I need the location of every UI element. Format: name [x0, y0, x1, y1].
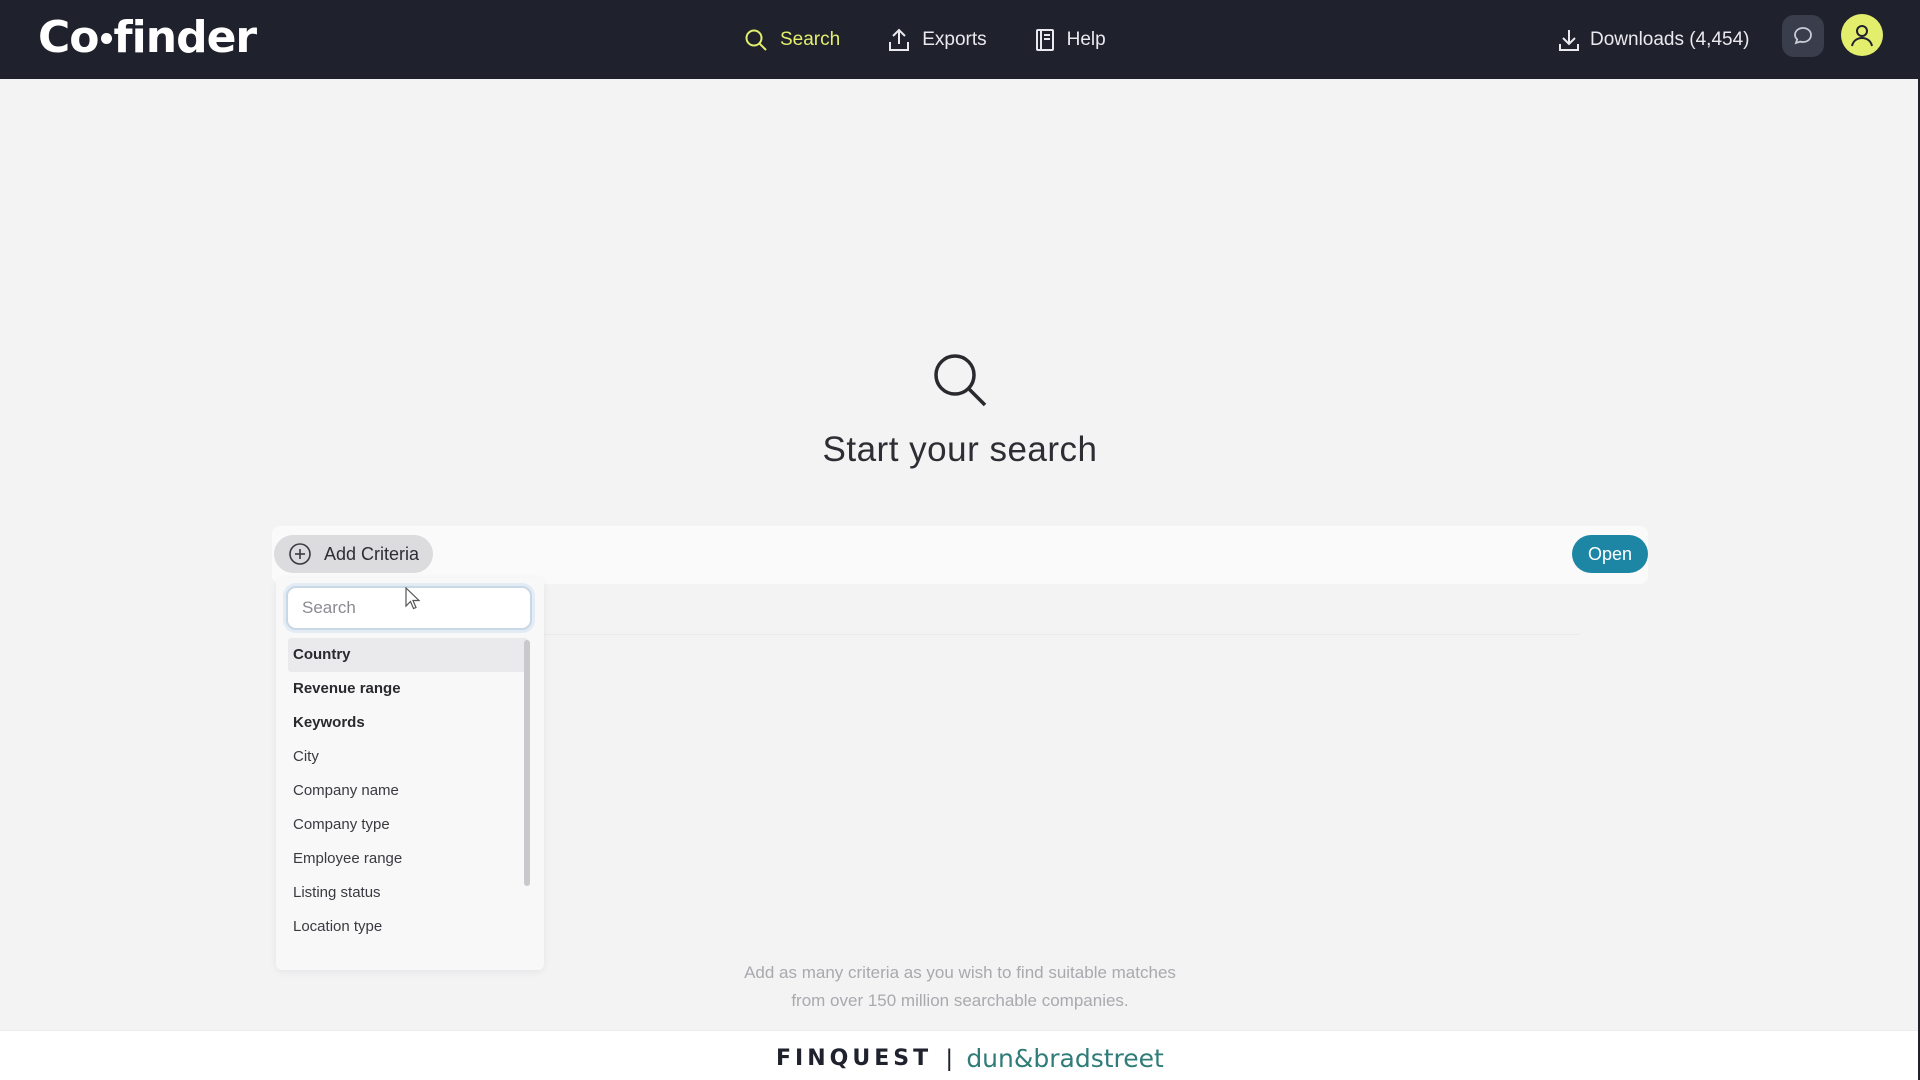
user-avatar[interactable] — [1841, 14, 1883, 56]
downloads-label: Downloads (4,454) — [1590, 28, 1750, 50]
page-title: Start your search — [822, 430, 1098, 469]
chat-bubble-icon — [1794, 27, 1812, 45]
divider — [540, 634, 1580, 635]
criteria-list: Country Revenue range Keywords City Comp… — [288, 638, 528, 944]
downloads-link[interactable]: Downloads (4,454) — [1558, 0, 1749, 79]
search-icon — [745, 29, 767, 51]
search-hint-line-2: from over 150 million searchable compani… — [791, 991, 1129, 1010]
criteria-option-keywords[interactable]: Keywords — [288, 706, 528, 740]
top-bar: Co finder Search Exports Help Downloads (… — [0, 0, 1920, 79]
mouse-cursor-icon — [405, 587, 421, 610]
criteria-dropdown: Country Revenue range Keywords City Comp… — [276, 578, 544, 970]
dropdown-scrollbar-thumb[interactable] — [524, 640, 530, 886]
main-nav: Search Exports Help — [744, 0, 1154, 79]
criteria-option-country[interactable]: Country — [288, 638, 528, 672]
criteria-option-location-type[interactable]: Location type — [288, 910, 528, 944]
search-icon — [934, 354, 987, 407]
nav-search-label: Search — [780, 28, 841, 50]
dun-bradstreet-logo: dun&bradstreet — [966, 1044, 1164, 1073]
user-icon — [1851, 25, 1873, 47]
nav-help-label: Help — [1066, 28, 1106, 50]
plus-circle-icon — [289, 543, 311, 565]
add-criteria-button[interactable]: Add Criteria — [274, 535, 434, 573]
add-criteria-label: Add Criteria — [324, 543, 420, 564]
footer-brand: FINQUEST | dun&bradstreet — [776, 1044, 1164, 1073]
upload-icon — [889, 28, 910, 51]
logo-text-finder: finder — [113, 12, 258, 63]
criteria-option-city[interactable]: City — [288, 740, 528, 774]
chat-button[interactable] — [1782, 15, 1824, 57]
search-hint: Add as many criteria as you wish to find… — [0, 959, 1920, 1015]
download-icon — [1559, 29, 1579, 51]
criteria-option-company-name[interactable]: Company name — [288, 774, 528, 808]
criteria-option-company-type[interactable]: Company type — [288, 808, 528, 842]
nav-exports[interactable]: Exports — [888, 28, 987, 52]
nav-exports-label: Exports — [922, 28, 987, 50]
brand-separator: | — [946, 1044, 953, 1072]
criteria-option-revenue-range[interactable]: Revenue range — [288, 672, 528, 706]
book-icon — [1035, 28, 1054, 51]
cofinder-logo[interactable]: Co finder — [38, 12, 258, 63]
search-hint-line-1: Add as many criteria as you wish to find… — [744, 963, 1176, 982]
criteria-option-employee-range[interactable]: Employee range — [288, 842, 528, 876]
logo-dot — [100, 33, 112, 44]
nav-help[interactable]: Help — [1035, 28, 1106, 51]
logo-text-co: Co — [38, 12, 100, 63]
finquest-logo: FINQUEST — [776, 1046, 933, 1071]
criteria-option-listing-status[interactable]: Listing status — [288, 876, 528, 910]
nav-search[interactable]: Search — [744, 28, 840, 52]
criteria-bar — [272, 526, 1648, 584]
open-button[interactable]: Open — [1572, 535, 1648, 573]
